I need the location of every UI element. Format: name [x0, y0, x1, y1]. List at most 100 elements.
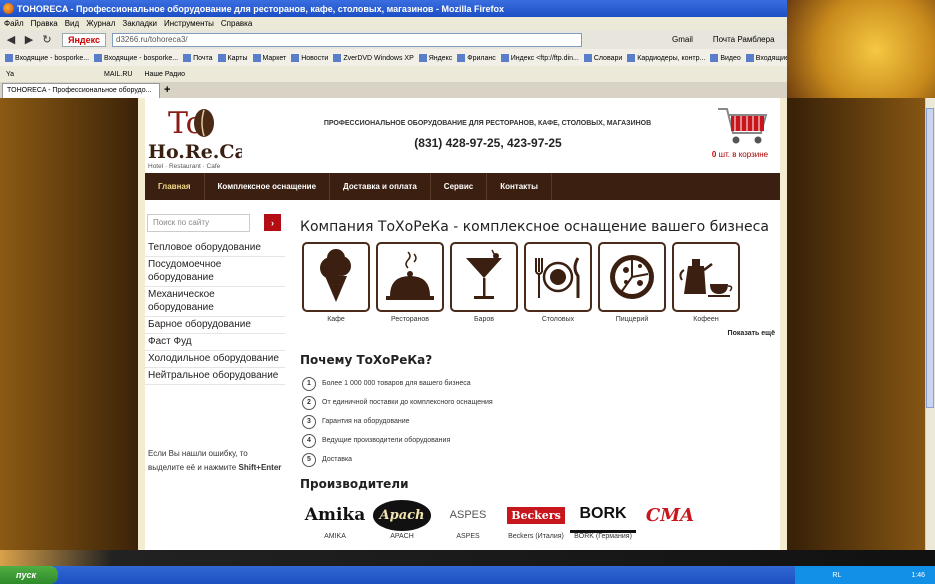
menu-history[interactable]: Журнал: [86, 19, 115, 28]
brand-cma[interactable]: CMA: [642, 497, 698, 533]
url-bar[interactable]: d3266.ru/tohoreca3/: [112, 32, 583, 47]
category-label-cafe[interactable]: Кафе: [302, 316, 370, 323]
bookmark-item[interactable]: Словари: [583, 53, 622, 62]
language-indicator[interactable]: RL: [832, 572, 841, 579]
browser-theme-image: [787, 0, 935, 100]
search-input[interactable]: Поиск по сайту: [147, 214, 250, 232]
menu-view[interactable]: Вид: [65, 19, 79, 28]
show-more-link[interactable]: Показать ещё: [690, 330, 775, 337]
sidebar-item-fastfood[interactable]: Фаст Фуд: [145, 334, 285, 351]
ya-button[interactable]: Ya: [6, 71, 14, 78]
window-title: TOHORECA - Профессиональное оборудование…: [17, 3, 504, 14]
site-phone: (831) 428-97-25, 423-97-25: [414, 136, 562, 150]
category-card-restaurants[interactable]: [376, 242, 444, 312]
bookmark-item[interactable]: Фриланс: [457, 53, 496, 62]
scrollbar-thumb[interactable]: [926, 108, 934, 408]
site-logo[interactable]: To Ho.Re.Ca Hotel · Restaurant · Cafe: [146, 103, 247, 170]
nav-contacts[interactable]: Контакты: [487, 173, 552, 200]
brand-name: ASPES: [456, 533, 480, 540]
note-text: Если Вы нашли ошибку, то выделите её и н…: [148, 449, 248, 472]
sidebar-item-bar[interactable]: Барное оборудование: [145, 317, 285, 334]
why-number: 4: [302, 433, 316, 448]
cart-label: шт. в корзине: [718, 150, 769, 159]
cocktail-icon: [466, 249, 502, 299]
logo-horeca: Ho.Re.Ca: [148, 141, 242, 163]
ice-cream-icon: [320, 249, 351, 302]
tab-active[interactable]: TOHORECA - Профессиональное оборудо...: [2, 82, 160, 98]
why-list: 1 Более 1 000 000 товаров для вашего бизн…: [302, 374, 622, 469]
status-strip: [0, 550, 935, 566]
rambler-mail-button[interactable]: Почта Рамблера: [713, 35, 775, 44]
cloche-icon: [386, 251, 434, 300]
why-item: 3 Гарантия на оборудование: [302, 412, 622, 431]
search-button[interactable]: ›: [264, 214, 281, 231]
cart-icon[interactable]: [715, 103, 770, 148]
why-text: Ведущие производители оборудования: [322, 437, 451, 444]
brand-amika[interactable]: Amika AMIKA: [302, 497, 368, 540]
bookmark-item[interactable]: Входящие - bosporke...: [94, 53, 178, 62]
bookmark-item[interactable]: Индекс <ftp://ftp.din...: [500, 53, 579, 62]
nav-delivery[interactable]: Доставка и оплата: [330, 173, 431, 200]
bookmark-item[interactable]: Яндекс: [418, 53, 452, 62]
clock: 1:46: [911, 571, 925, 579]
brand-bork[interactable]: BORK BORK (Германия): [570, 497, 636, 540]
page-title: Компания ТоХоРеКа - комплексное оснащени…: [300, 219, 769, 235]
menu-help[interactable]: Справка: [221, 19, 252, 28]
why-number: 5: [302, 452, 316, 467]
category-card-cafe[interactable]: [302, 242, 370, 312]
back-arrow-icon[interactable]: ◀: [4, 33, 18, 47]
search-engine-label[interactable]: Яндекс: [62, 32, 107, 47]
bookmark-item[interactable]: ZverDVD Windows XP: [333, 53, 414, 62]
category-card-canteens[interactable]: [524, 242, 592, 312]
bookmark-item[interactable]: Почта: [183, 53, 213, 62]
brand-name: BORK (Германия): [574, 533, 632, 540]
radio-button[interactable]: Наше Радио: [144, 71, 185, 78]
tab-label: TOHORECA - Профессиональное оборудо...: [7, 87, 152, 94]
bookmark-item[interactable]: Входящие: [745, 53, 789, 62]
category-label-pizzerias[interactable]: Пиццерий: [598, 316, 666, 323]
brand-beckers[interactable]: Beckers Beckers (Италия): [502, 497, 570, 540]
category-sidebar: Тепловое оборудование Посудомоечное обор…: [145, 240, 285, 385]
menu-tools[interactable]: Инструменты: [164, 19, 214, 28]
category-card-coffee-shops[interactable]: [672, 242, 740, 312]
brand-aspes[interactable]: ASPES ASPES: [439, 497, 497, 540]
nav-service[interactable]: Сервис: [431, 173, 488, 200]
category-card-pizzerias[interactable]: [598, 242, 666, 312]
bookmark-item[interactable]: Маркет: [252, 53, 286, 62]
start-button[interactable]: пуск: [0, 566, 58, 584]
mailru-button[interactable]: MAIL.RU: [104, 71, 132, 78]
category-label-bars[interactable]: Баров: [450, 316, 518, 323]
menu-file[interactable]: Файл: [4, 19, 24, 28]
cart-summary[interactable]: 0 шт. в корзине: [690, 150, 790, 159]
error-report-note: Если Вы нашли ошибку, то выделите её и н…: [148, 447, 283, 475]
why-text: От единичной поставки до комплексного ос…: [322, 399, 493, 406]
why-text: Более 1 000 000 товаров для вашего бизне…: [322, 380, 471, 387]
forward-arrow-icon[interactable]: ▶: [22, 33, 36, 47]
category-label-restaurants[interactable]: Ресторанов: [376, 316, 444, 323]
brand-apach[interactable]: Apach APACH: [370, 497, 434, 540]
reload-icon[interactable]: ↻: [40, 33, 54, 47]
main-navigation: Главная Комплексное оснащение Доставка и…: [145, 173, 780, 200]
category-label-coffee-shops[interactable]: Кофеен: [672, 316, 740, 323]
sidebar-item-mechanical[interactable]: Механическое оборудование: [145, 287, 285, 317]
sidebar-item-thermal[interactable]: Тепловое оборудование: [145, 240, 285, 257]
bookmark-item[interactable]: Видео: [710, 53, 741, 62]
nav-home[interactable]: Главная: [145, 173, 205, 200]
sidebar-item-dishwashing[interactable]: Посудомоечное оборудование: [145, 257, 285, 287]
bookmark-item[interactable]: Входящие - bosporke...: [5, 53, 89, 62]
menu-edit[interactable]: Правка: [31, 19, 58, 28]
new-tab-button[interactable]: +: [164, 84, 170, 96]
bookmark-item[interactable]: Карты: [217, 53, 248, 62]
sidebar-item-neutral[interactable]: Нейтральное оборудование: [145, 368, 285, 385]
brands-list: Amika AMIKA Apach APACH ASPES ASPES Beck…: [300, 497, 780, 550]
why-number: 3: [302, 414, 316, 429]
bookmark-item[interactable]: Новости: [291, 53, 328, 62]
sidebar-item-refrigeration[interactable]: Холодильное оборудование: [145, 351, 285, 368]
menu-bookmarks[interactable]: Закладки: [122, 19, 157, 28]
nav-complex-equipment[interactable]: Комплексное оснащение: [205, 173, 331, 200]
bookmark-item[interactable]: Кардиодеры, контр...: [627, 53, 705, 62]
category-card-bars[interactable]: [450, 242, 518, 312]
gmail-button[interactable]: Gmail: [672, 35, 693, 44]
brands-heading: Производители: [300, 477, 409, 491]
category-label-canteens[interactable]: Столовых: [524, 316, 592, 323]
